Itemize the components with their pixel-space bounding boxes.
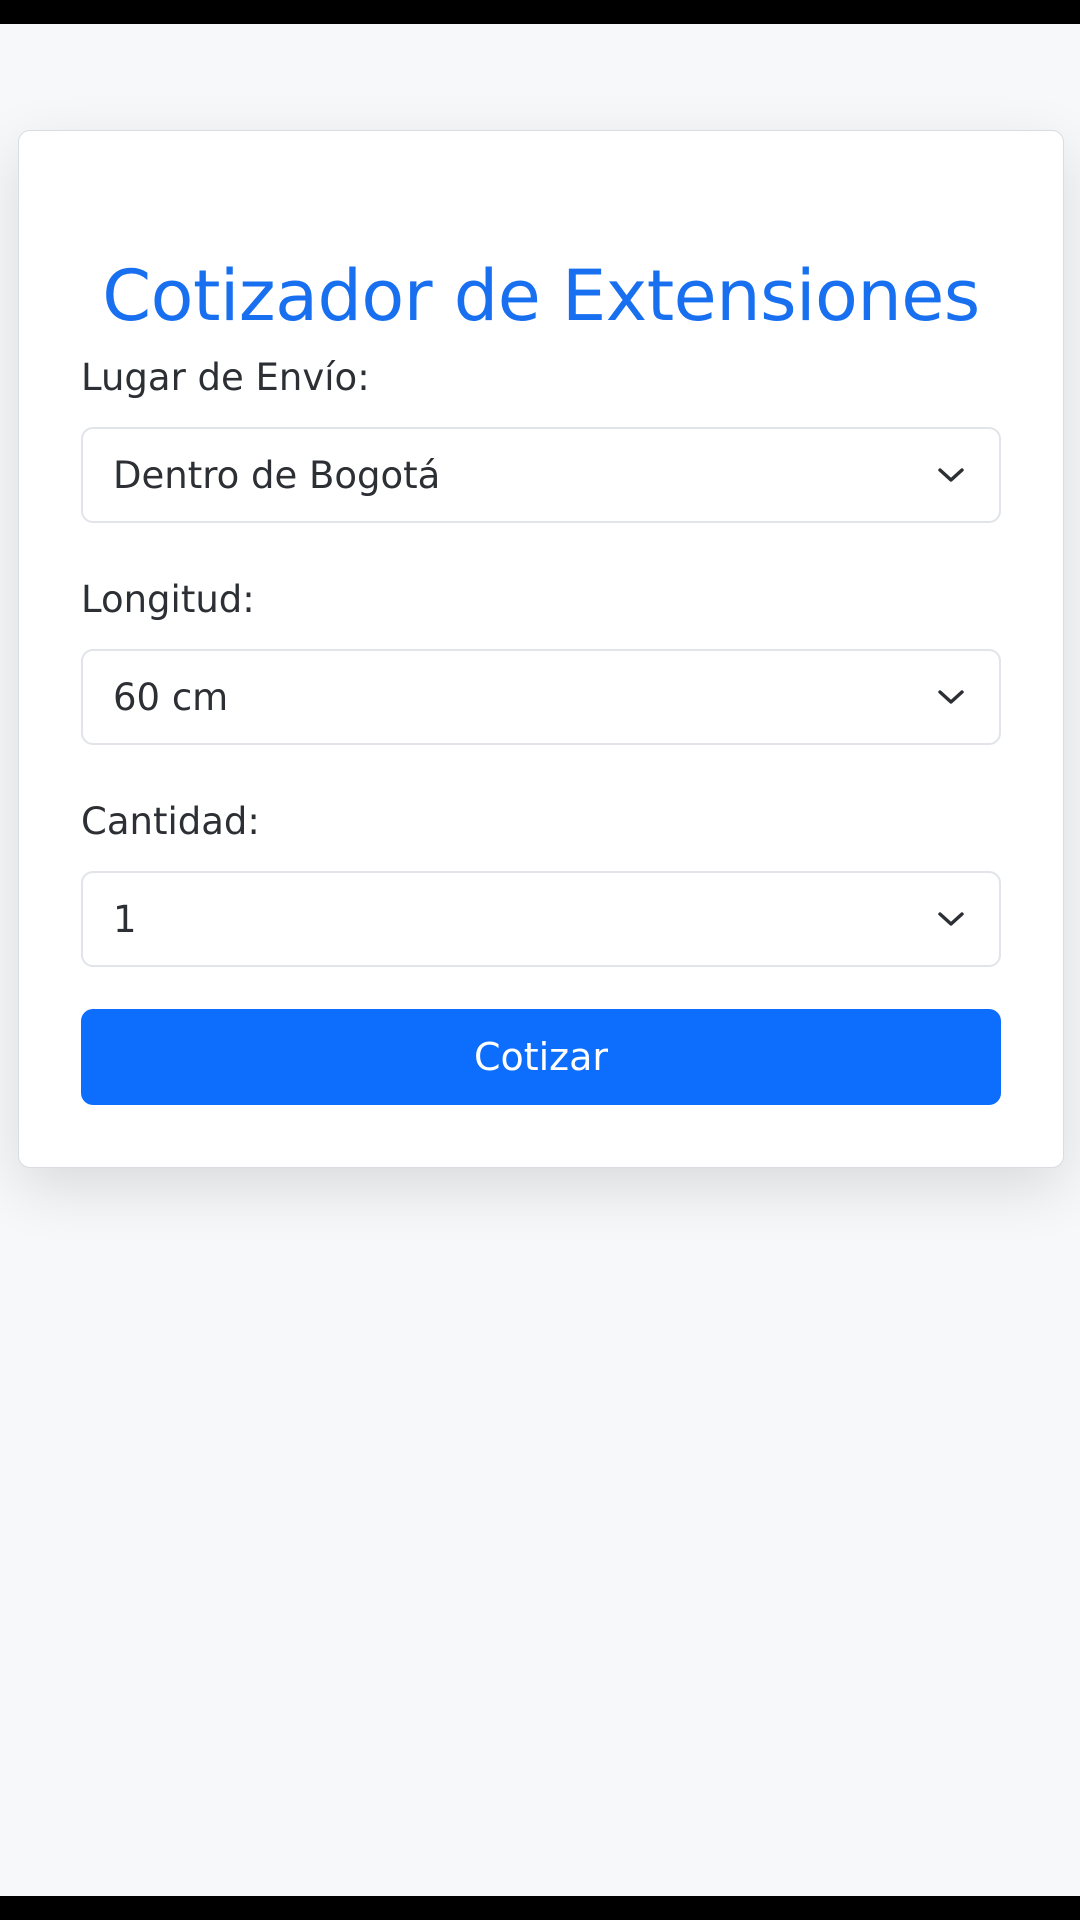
- chevron-down-icon: [933, 901, 969, 937]
- page-title: Cotizador de Extensiones: [102, 255, 980, 337]
- quantity-value: 1: [113, 897, 137, 941]
- chevron-down-icon: [933, 679, 969, 715]
- status-bar: [0, 0, 1080, 24]
- length-label: Longitud:: [81, 578, 255, 621]
- length-select[interactable]: 60 cm: [81, 649, 1001, 745]
- navigation-bar: [0, 1896, 1080, 1920]
- quote-button-label: Cotizar: [473, 1035, 609, 1079]
- quote-form-card: Cotizador de Extensiones Lugar de Envío:…: [18, 130, 1064, 1168]
- shipping-location-label: Lugar de Envío:: [81, 356, 370, 399]
- length-value: 60 cm: [113, 675, 229, 719]
- quantity-select[interactable]: 1: [81, 871, 1001, 967]
- shipping-location-select[interactable]: Dentro de Bogotá: [81, 427, 1001, 523]
- chevron-down-icon: [933, 457, 969, 493]
- quote-button[interactable]: Cotizar: [81, 1009, 1001, 1105]
- shipping-location-value: Dentro de Bogotá: [113, 453, 441, 497]
- quantity-label: Cantidad:: [81, 800, 260, 843]
